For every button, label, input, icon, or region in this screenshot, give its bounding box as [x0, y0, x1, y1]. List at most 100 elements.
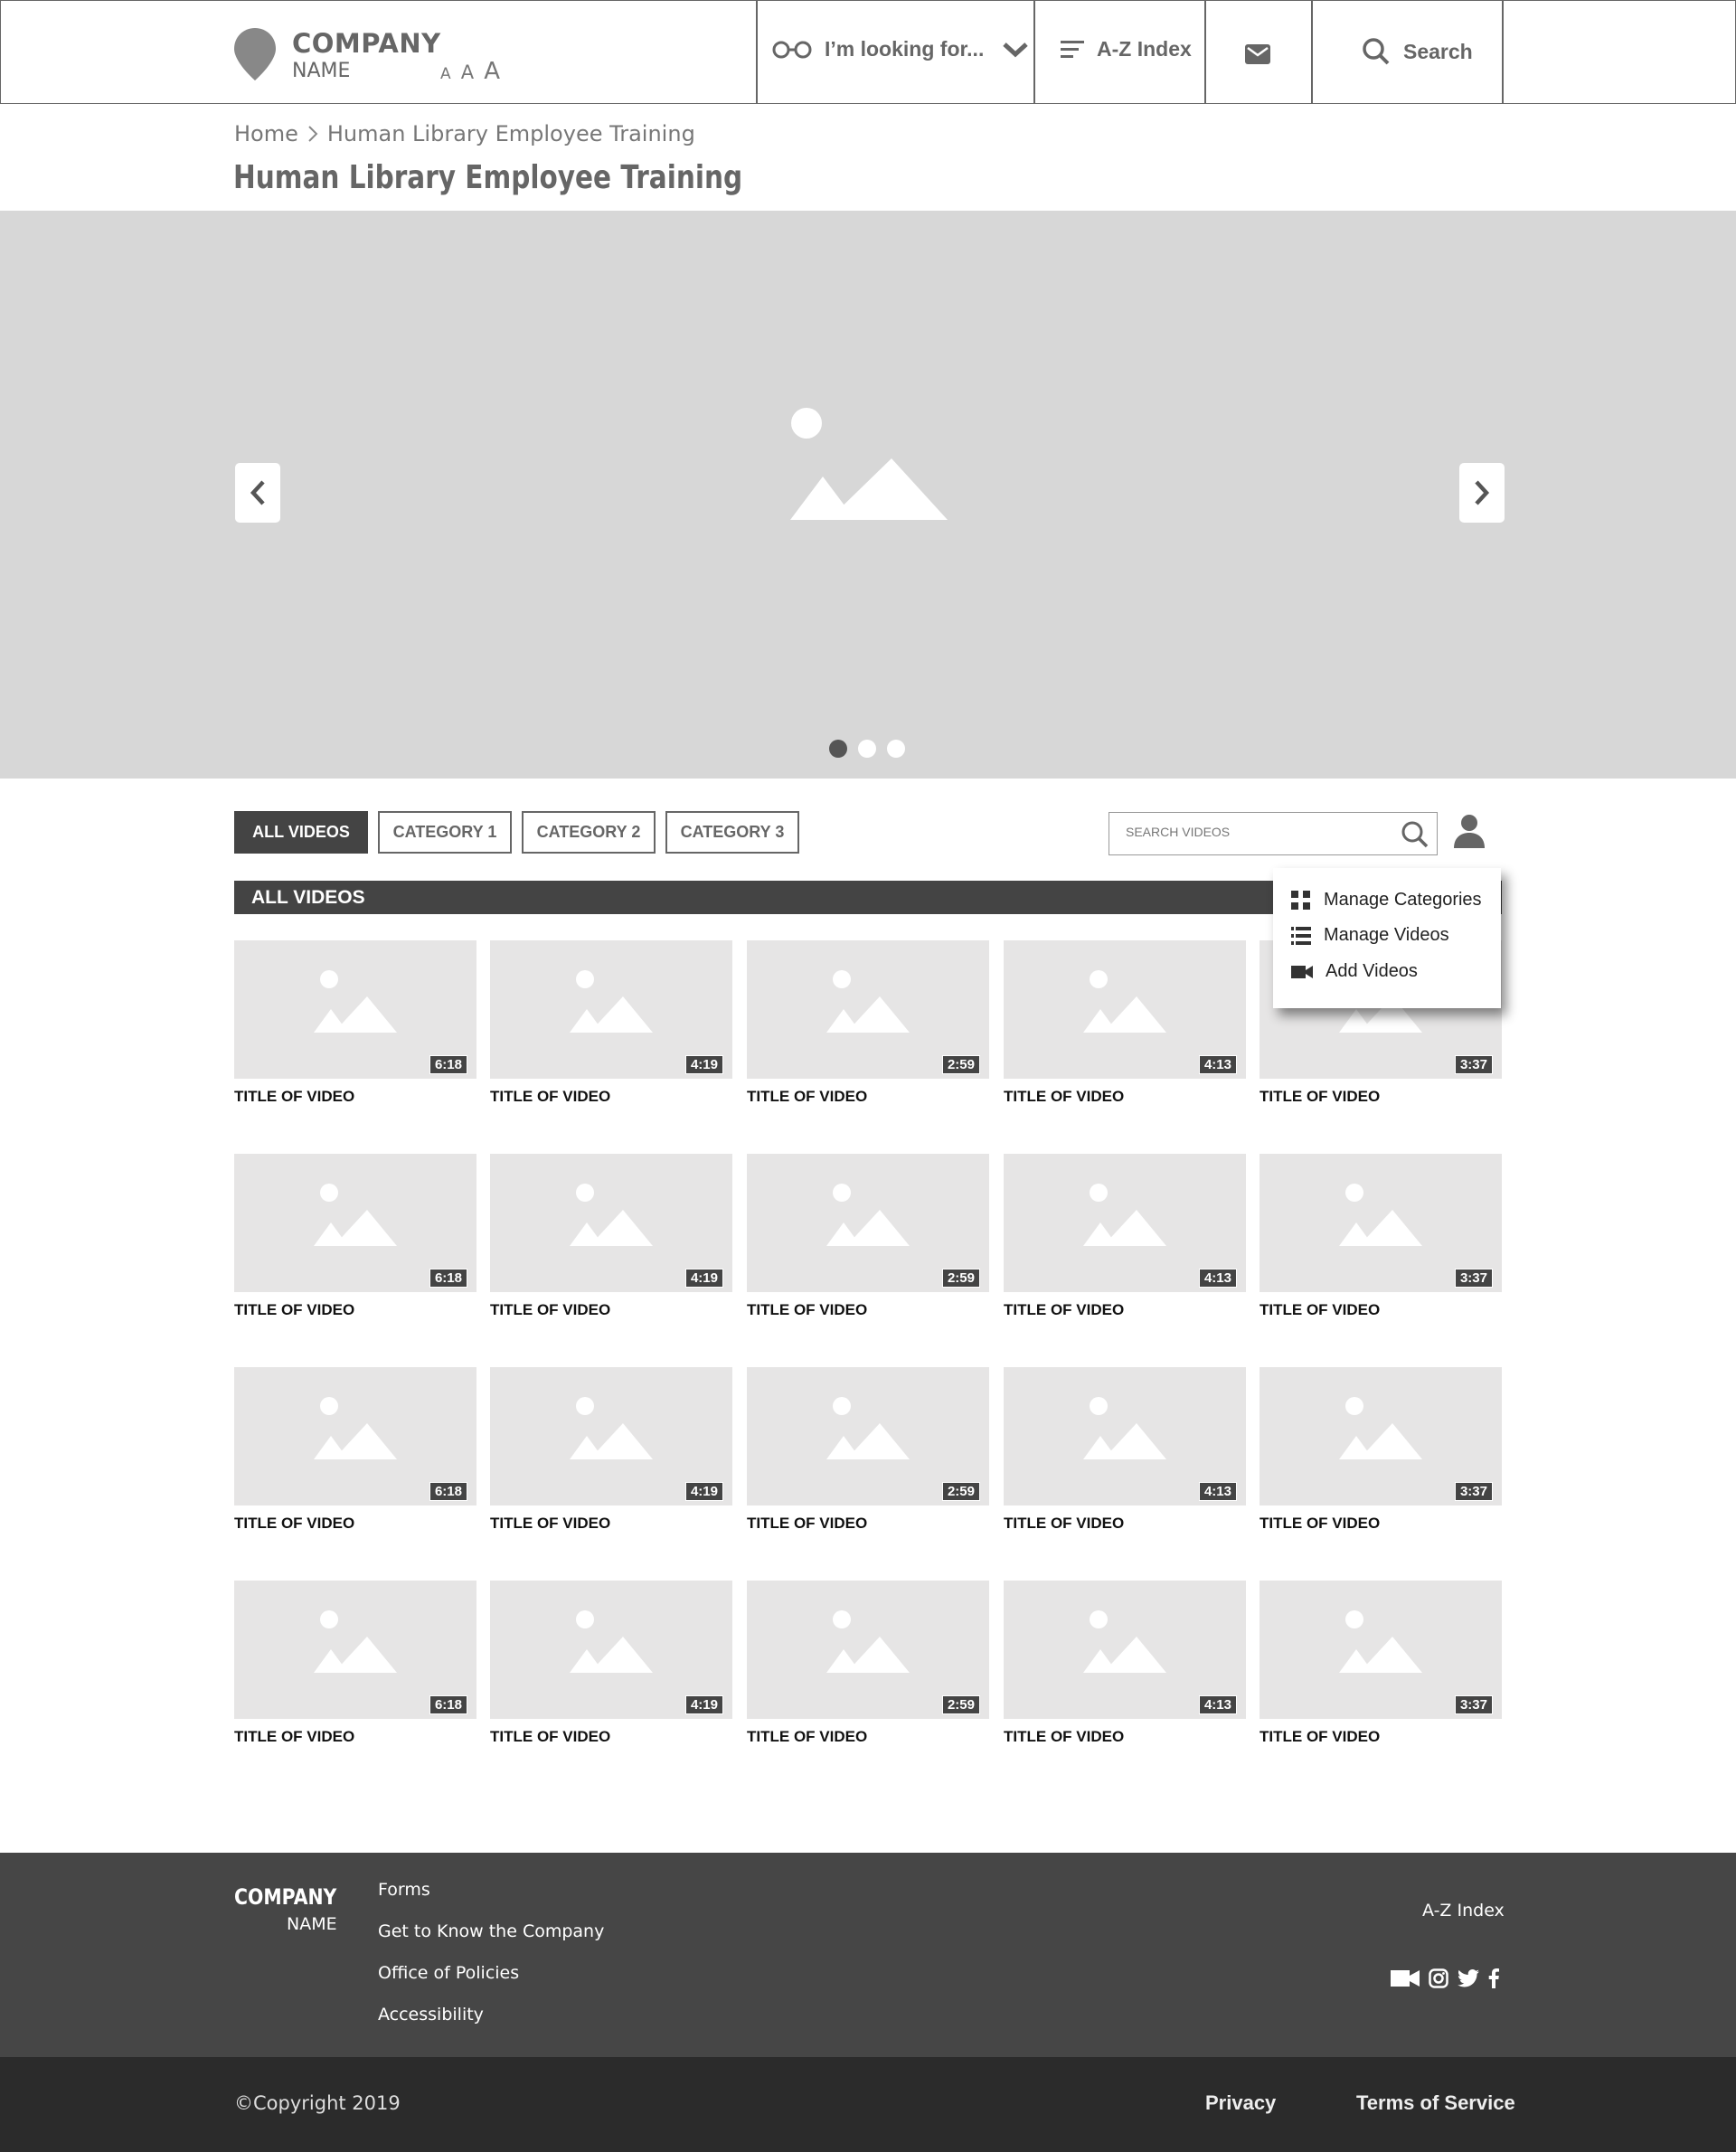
- video-card[interactable]: 6:18 TITLE OF VIDEO: [234, 1581, 476, 1746]
- font-size-medium[interactable]: A: [461, 61, 474, 83]
- video-title[interactable]: TITLE OF VIDEO: [490, 1515, 732, 1533]
- az-index-link[interactable]: A-Z Index: [1061, 37, 1192, 61]
- video-title[interactable]: TITLE OF VIDEO: [747, 1515, 989, 1533]
- video-thumbnail[interactable]: 4:13: [1004, 940, 1246, 1079]
- video-card[interactable]: 4:13 TITLE OF VIDEO: [1004, 1581, 1246, 1746]
- video-card[interactable]: 4:13 TITLE OF VIDEO: [1004, 940, 1246, 1106]
- video-card[interactable]: 4:13 TITLE OF VIDEO: [1004, 1367, 1246, 1533]
- video-thumbnail[interactable]: 3:37: [1260, 1581, 1502, 1719]
- header-search-button[interactable]: Search: [1362, 37, 1473, 66]
- filter-category-3[interactable]: CATEGORY 3: [665, 811, 799, 854]
- video-thumbnail[interactable]: 4:19: [490, 940, 732, 1079]
- video-card[interactable]: 6:18 TITLE OF VIDEO: [234, 940, 476, 1106]
- privacy-link[interactable]: Privacy: [1205, 2091, 1276, 2115]
- video-card[interactable]: 6:18 TITLE OF VIDEO: [234, 1154, 476, 1319]
- envelope-icon[interactable]: [1245, 44, 1270, 64]
- font-size-small[interactable]: A: [440, 65, 451, 83]
- menu-add-videos[interactable]: Add Videos: [1291, 961, 1418, 982]
- video-thumbnail[interactable]: 4:19: [490, 1367, 732, 1505]
- breadcrumb-current[interactable]: Human Library Employee Training: [327, 121, 695, 146]
- footer-link-know-company[interactable]: Get to Know the Company: [378, 1921, 604, 1941]
- video-card[interactable]: 4:19 TITLE OF VIDEO: [490, 1154, 732, 1319]
- video-card[interactable]: 3:37 TITLE OF VIDEO: [1260, 1367, 1502, 1533]
- video-card[interactable]: 2:59 TITLE OF VIDEO: [747, 940, 989, 1106]
- video-title[interactable]: TITLE OF VIDEO: [747, 1301, 989, 1319]
- search-icon[interactable]: [1401, 820, 1429, 849]
- filter-category-1[interactable]: CATEGORY 1: [378, 811, 512, 854]
- breadcrumb-home[interactable]: Home: [234, 121, 298, 146]
- video-title[interactable]: TITLE OF VIDEO: [490, 1301, 732, 1319]
- video-title[interactable]: TITLE OF VIDEO: [234, 1515, 476, 1533]
- video-card[interactable]: 2:59 TITLE OF VIDEO: [747, 1367, 989, 1533]
- company-name[interactable]: COMPANY: [292, 28, 441, 59]
- video-thumbnail[interactable]: 2:59: [747, 940, 989, 1079]
- menu-manage-videos[interactable]: Manage Videos: [1291, 925, 1449, 946]
- video-search-input[interactable]: [1126, 825, 1388, 839]
- carousel-next-button[interactable]: [1459, 463, 1505, 523]
- video-card[interactable]: 2:59 TITLE OF VIDEO: [747, 1581, 989, 1746]
- video-card[interactable]: 3:37 TITLE OF VIDEO: [1260, 1581, 1502, 1746]
- chevron-down-icon: [1003, 42, 1029, 57]
- glasses-icon: [772, 41, 812, 58]
- video-thumbnail[interactable]: 6:18: [234, 1367, 476, 1505]
- footer-link-policies[interactable]: Office of Policies: [378, 1963, 519, 1983]
- video-card[interactable]: 2:59 TITLE OF VIDEO: [747, 1154, 989, 1319]
- video-thumbnail[interactable]: 4:13: [1004, 1154, 1246, 1292]
- twitter-icon[interactable]: [1458, 1969, 1479, 1987]
- video-card[interactable]: 4:13 TITLE OF VIDEO: [1004, 1154, 1246, 1319]
- footer-az-index[interactable]: A-Z Index: [1422, 1901, 1505, 1921]
- video-title[interactable]: TITLE OF VIDEO: [1260, 1088, 1502, 1106]
- filter-category-2[interactable]: CATEGORY 2: [522, 811, 656, 854]
- video-thumbnail[interactable]: 3:37: [1260, 1154, 1502, 1292]
- looking-for-dropdown[interactable]: I’m looking for...: [772, 37, 1029, 61]
- video-title[interactable]: TITLE OF VIDEO: [1260, 1728, 1502, 1746]
- video-thumbnail[interactable]: 4:19: [490, 1581, 732, 1719]
- video-thumbnail[interactable]: 3:37: [1260, 1367, 1502, 1505]
- facebook-icon[interactable]: [1488, 1968, 1499, 1988]
- carousel-dot[interactable]: [858, 740, 876, 758]
- video-thumbnail[interactable]: 4:13: [1004, 1581, 1246, 1719]
- video-thumbnail[interactable]: 2:59: [747, 1154, 989, 1292]
- video-title[interactable]: TITLE OF VIDEO: [1004, 1088, 1246, 1106]
- video-card[interactable]: 6:18 TITLE OF VIDEO: [234, 1367, 476, 1533]
- video-title[interactable]: TITLE OF VIDEO: [1004, 1301, 1246, 1319]
- video-title[interactable]: TITLE OF VIDEO: [747, 1728, 989, 1746]
- filter-all-videos[interactable]: ALL VIDEOS: [234, 811, 368, 854]
- carousel-dot[interactable]: [887, 740, 905, 758]
- map-pin-icon[interactable]: [234, 28, 276, 80]
- video-title[interactable]: TITLE OF VIDEO: [1260, 1515, 1502, 1533]
- video-thumbnail[interactable]: 6:18: [234, 1581, 476, 1719]
- copyright: ©Copyright 2019: [234, 2092, 401, 2114]
- video-thumbnail[interactable]: 6:18: [234, 940, 476, 1079]
- video-title[interactable]: TITLE OF VIDEO: [747, 1088, 989, 1106]
- video-title[interactable]: TITLE OF VIDEO: [490, 1088, 732, 1106]
- video-title[interactable]: TITLE OF VIDEO: [490, 1728, 732, 1746]
- video-thumbnail[interactable]: 2:59: [747, 1581, 989, 1719]
- user-icon[interactable]: [1454, 814, 1485, 848]
- instagram-icon[interactable]: [1429, 1968, 1448, 1988]
- video-card[interactable]: 4:19 TITLE OF VIDEO: [490, 1581, 732, 1746]
- video-thumbnail[interactable]: 2:59: [747, 1367, 989, 1505]
- video-card[interactable]: 3:37 TITLE OF VIDEO: [1260, 1154, 1502, 1319]
- footer-link-accessibility[interactable]: Accessibility: [378, 2005, 484, 2025]
- font-size-large[interactable]: A: [484, 58, 500, 85]
- terms-link[interactable]: Terms of Service: [1356, 2091, 1515, 2115]
- video-thumbnail[interactable]: 4:19: [490, 1154, 732, 1292]
- video-title[interactable]: TITLE OF VIDEO: [234, 1728, 476, 1746]
- footer-company-name[interactable]: COMPANY: [234, 1884, 336, 1910]
- carousel-prev-button[interactable]: [235, 463, 280, 523]
- video-title[interactable]: TITLE OF VIDEO: [1004, 1515, 1246, 1533]
- footer-link-forms[interactable]: Forms: [378, 1880, 430, 1900]
- video-thumbnail[interactable]: 6:18: [234, 1154, 476, 1292]
- video-camera-icon[interactable]: [1391, 1969, 1420, 1987]
- video-card[interactable]: 4:19 TITLE OF VIDEO: [490, 940, 732, 1106]
- video-card[interactable]: 4:19 TITLE OF VIDEO: [490, 1367, 732, 1533]
- video-title[interactable]: TITLE OF VIDEO: [234, 1088, 476, 1106]
- video-duration: 3:37: [1454, 1695, 1493, 1714]
- video-title[interactable]: TITLE OF VIDEO: [234, 1301, 476, 1319]
- video-title[interactable]: TITLE OF VIDEO: [1004, 1728, 1246, 1746]
- video-title[interactable]: TITLE OF VIDEO: [1260, 1301, 1502, 1319]
- carousel-dot[interactable]: [829, 740, 847, 758]
- menu-manage-categories[interactable]: Manage Categories: [1291, 890, 1482, 911]
- video-thumbnail[interactable]: 4:13: [1004, 1367, 1246, 1505]
